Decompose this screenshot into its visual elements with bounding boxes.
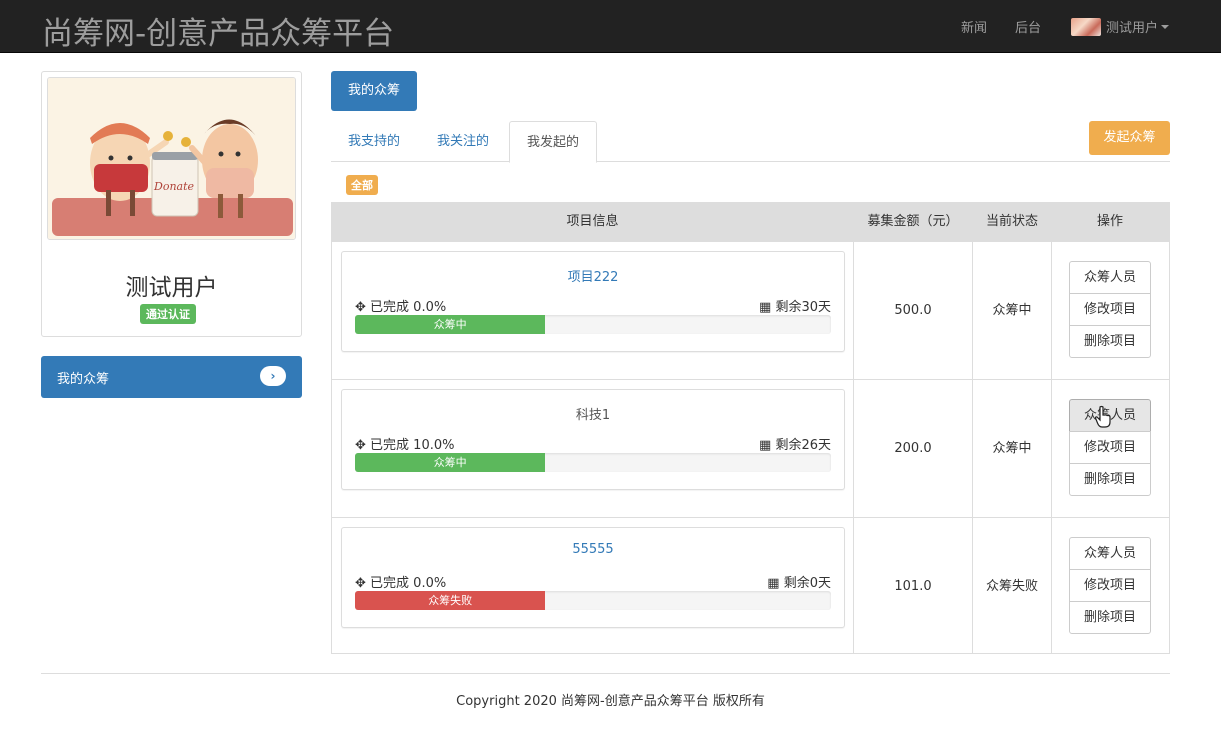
project-title-link[interactable]: 55555	[342, 542, 844, 557]
top-navbar: 尚筹网-创意产品众筹平台 新闻 后台 测试用户	[0, 0, 1221, 53]
edit-project-button[interactable]: 修改项目	[1069, 431, 1151, 464]
progress-done: ✥ 已完成 0.0%	[355, 572, 446, 591]
amount-cell: 200.0	[894, 441, 932, 456]
project-card: 项目222 ✥ 已完成 0.0% ▦ 剩余30天 众筹中	[341, 251, 845, 352]
days-remaining: ▦ 剩余30天	[759, 296, 831, 315]
project-card: 科技1 ✥ 已完成 10.0% ▦ 剩余26天 众筹中	[341, 389, 845, 490]
tab-initiated[interactable]: 我发起的	[509, 121, 597, 163]
user-name: 测试用户	[1105, 21, 1158, 36]
edit-project-button[interactable]: 修改项目	[1069, 293, 1151, 326]
my-crowdfunding-button[interactable]: 我的众筹	[331, 71, 417, 111]
amount-cell: 101.0	[894, 579, 932, 594]
days-remaining: ▦ 剩余26天	[759, 434, 831, 453]
progress-bar: 众筹中	[355, 453, 546, 472]
table-row: 55555 ✥ 已完成 0.0% ▦ 剩余0天 众筹失败 101.0 众筹失败 …	[332, 517, 1169, 655]
caret-down-icon	[1161, 24, 1169, 29]
user-avatar	[1070, 17, 1101, 36]
header-amount: 募集金额（元）	[867, 214, 959, 229]
calendar-icon: ▦	[759, 438, 772, 453]
verified-badge: 通过认证	[140, 304, 196, 324]
user-menu[interactable]: 测试用户	[1055, 17, 1221, 36]
copyright-footer: Copyright 2020 尚筹网-创意产品众筹平台 版权所有	[456, 694, 765, 709]
navbar-right: 新闻 后台 测试用户	[947, 0, 1221, 53]
nav-link-admin[interactable]: 后台	[1001, 17, 1055, 36]
progress-track: 众筹中	[355, 315, 831, 334]
progress-track: 众筹失败	[355, 591, 831, 610]
crosshair-icon: ✥	[355, 438, 366, 453]
profile-name: 测试用户	[125, 275, 218, 301]
crosshair-icon: ✥	[355, 300, 366, 315]
calendar-icon: ▦	[767, 576, 780, 591]
chevron-right-icon: ›	[260, 366, 286, 386]
table-header: 项目信息 募集金额（元） 当前状态 操作	[332, 203, 1169, 241]
days-remaining: ▦ 剩余0天	[767, 572, 831, 591]
hand-cursor-icon	[1094, 405, 1111, 428]
projects-table: 项目信息 募集金额（元） 当前状态 操作 项目222 ✥ 已完成 0.0% ▦ …	[331, 202, 1170, 654]
profile-card: Donate 测试用户 通过认证	[41, 71, 302, 337]
days-remaining-text: 剩余30天	[775, 300, 831, 315]
donate-illustration-icon: Donate	[48, 78, 295, 239]
project-tabs: 我支持的 我关注的 我发起的	[331, 121, 1170, 163]
tab-supported[interactable]: 我支持的	[331, 121, 417, 162]
amount-cell: 500.0	[894, 303, 932, 318]
header-actions: 操作	[1096, 214, 1123, 229]
header-project-info: 项目信息	[566, 214, 619, 229]
crosshair-icon: ✥	[355, 576, 366, 591]
status-cell: 众筹中	[992, 303, 1032, 318]
days-remaining-text: 剩余26天	[775, 438, 831, 453]
sidebar-item-my-crowdfunding[interactable]: 我的众筹 ›	[41, 356, 302, 398]
calendar-icon: ▦	[759, 300, 772, 315]
progress-bar: 众筹失败	[355, 591, 546, 610]
edit-project-button[interactable]: 修改项目	[1069, 569, 1151, 602]
action-button-group: 众筹人员 修改项目 删除项目	[1069, 537, 1151, 634]
table-row: 项目222 ✥ 已完成 0.0% ▦ 剩余30天 众筹中 500.0 众筹中 众…	[332, 241, 1169, 379]
filter-badge-all[interactable]: 全部	[346, 175, 378, 195]
progress-done-text: 已完成 0.0%	[370, 300, 447, 315]
backers-button[interactable]: 众筹人员	[1069, 261, 1151, 294]
progress-track: 众筹中	[355, 453, 831, 472]
illustration-text: Donate	[153, 180, 195, 193]
progress-done: ✥ 已完成 0.0%	[355, 296, 446, 315]
progress-done-text: 已完成 10.0%	[370, 438, 455, 453]
days-remaining-text: 剩余0天	[783, 576, 831, 591]
launch-crowdfunding-button[interactable]: 发起众筹	[1089, 121, 1170, 155]
delete-project-button[interactable]: 删除项目	[1069, 601, 1151, 634]
status-cell: 众筹中	[992, 441, 1032, 456]
delete-project-button[interactable]: 删除项目	[1069, 325, 1151, 358]
delete-project-button[interactable]: 删除项目	[1069, 463, 1151, 496]
progress-done-text: 已完成 0.0%	[370, 576, 447, 591]
footer-divider	[41, 673, 1170, 674]
project-title-link[interactable]: 科技1	[342, 404, 844, 423]
status-cell: 众筹失败	[985, 579, 1038, 594]
progress-bar: 众筹中	[355, 315, 546, 334]
profile-image: Donate	[47, 77, 296, 240]
sidebar-item-label: 我的众筹	[57, 372, 110, 387]
project-title-link[interactable]: 项目222	[342, 266, 844, 285]
nav-link-news[interactable]: 新闻	[947, 17, 1001, 36]
action-button-group: 众筹人员 修改项目 删除项目	[1069, 261, 1151, 358]
tab-followed[interactable]: 我关注的	[421, 121, 505, 162]
table-row: 科技1 ✥ 已完成 10.0% ▦ 剩余26天 众筹中 200.0 众筹中 众筹…	[332, 379, 1169, 517]
brand-title[interactable]: 尚筹网-创意产品众筹平台	[42, 8, 394, 53]
project-card: 55555 ✥ 已完成 0.0% ▦ 剩余0天 众筹失败	[341, 527, 845, 628]
backers-button[interactable]: 众筹人员	[1069, 537, 1151, 570]
header-status: 当前状态	[985, 214, 1038, 229]
progress-done: ✥ 已完成 10.0%	[355, 434, 454, 453]
